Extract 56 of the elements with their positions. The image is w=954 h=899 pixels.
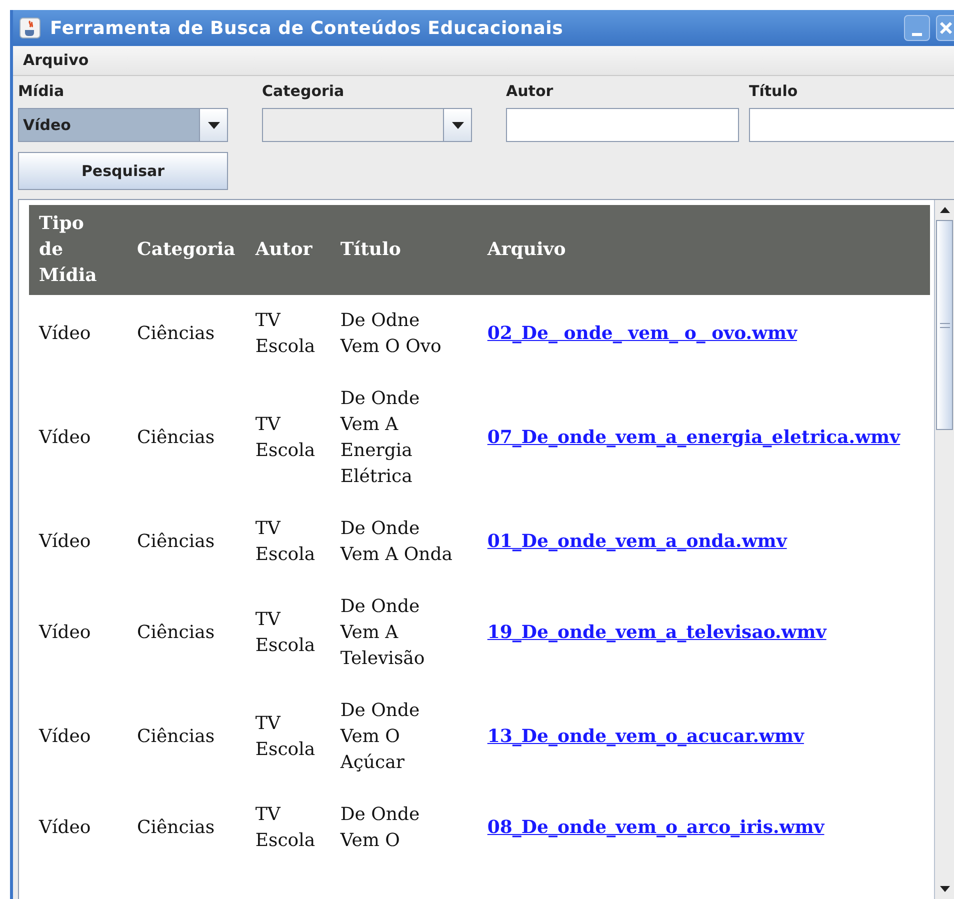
scrollbar[interactable] bbox=[934, 200, 954, 899]
table-cell-text: De Onde Vem A Televisão bbox=[340, 595, 426, 671]
file-link[interactable]: 19_De_onde_vem_a_televisao.wmv bbox=[487, 622, 826, 643]
file-link[interactable]: 02_De_ onde_ vem_ o_ ovo.wmv bbox=[487, 323, 798, 344]
table-cell: Vídeo bbox=[39, 817, 91, 838]
column-header: Autor bbox=[255, 239, 312, 260]
table-cell-text: TV Escola bbox=[255, 413, 316, 463]
search-button[interactable]: Pesquisar bbox=[18, 152, 228, 190]
column-header: Tipo de Mídia bbox=[39, 212, 98, 288]
table-cell: Vídeo bbox=[39, 323, 91, 344]
caret-icon bbox=[452, 122, 464, 128]
field-label: Mídia bbox=[18, 81, 66, 102]
minimize-button[interactable] bbox=[904, 15, 930, 41]
table-cell-text: De Onde Vem A Onda bbox=[340, 517, 454, 567]
file-link[interactable]: 08_De_onde_vem_o_arco_iris.wmv bbox=[487, 817, 824, 838]
table-cell: Vídeo bbox=[39, 622, 91, 643]
field-label: Autor bbox=[506, 81, 554, 102]
field-label: Categoria bbox=[262, 81, 346, 102]
table-cell: Ciências bbox=[137, 427, 215, 448]
scroll-up-icon[interactable] bbox=[940, 207, 950, 213]
input-field[interactable] bbox=[506, 108, 739, 142]
table-cell: Vídeo bbox=[39, 726, 91, 747]
table-cell: Ciências bbox=[137, 817, 215, 838]
table-cell: Vídeo bbox=[39, 427, 91, 448]
table-cell: Ciências bbox=[137, 531, 215, 552]
column-header: Título bbox=[340, 239, 401, 260]
field-label: Título bbox=[749, 81, 799, 102]
table-cell: Ciências bbox=[137, 622, 215, 643]
close-icon bbox=[938, 21, 952, 35]
table-cell-text: De Onde Vem O Açúcar bbox=[340, 699, 421, 775]
input-field[interactable] bbox=[749, 108, 954, 142]
table-cell-text: TV Escola bbox=[255, 803, 316, 853]
file-link[interactable]: 13_De_onde_vem_o_acucar.wmv bbox=[487, 726, 804, 747]
table-cell-text: TV Escola bbox=[255, 712, 316, 762]
dropdown-value: Vídeo bbox=[23, 116, 71, 134]
table-cell-text: TV Escola bbox=[255, 608, 316, 658]
table-cell-text: De Onde Vem A Energia Elétrica bbox=[340, 387, 421, 489]
table-cell: Ciências bbox=[137, 726, 215, 747]
table-cell: Vídeo bbox=[39, 531, 91, 552]
table-cell: Ciências bbox=[137, 323, 215, 344]
column-header: Arquivo bbox=[487, 239, 566, 260]
caret-icon bbox=[208, 122, 220, 128]
file-link[interactable]: 07_De_onde_vem_a_energia_eletrica.wmv bbox=[487, 427, 900, 448]
table-cell-text: TV Escola bbox=[255, 517, 316, 567]
dropdown[interactable] bbox=[262, 108, 472, 142]
column-header: Categoria bbox=[137, 239, 236, 260]
close-button[interactable] bbox=[936, 15, 954, 41]
table-cell-text: De Onde Vem O bbox=[340, 803, 421, 853]
file-link[interactable]: 01_De_onde_vem_a_onda.wmv bbox=[487, 531, 787, 552]
table-cell-text: De Odne Vem O Ovo bbox=[340, 309, 442, 359]
menu-item[interactable]: Arquivo bbox=[13, 49, 99, 72]
dropdown[interactable]: Vídeo bbox=[18, 108, 228, 142]
java-cup-icon bbox=[19, 17, 41, 39]
table-cell-text: TV Escola bbox=[255, 309, 316, 359]
scroll-down-icon[interactable] bbox=[940, 886, 950, 892]
window-title: Ferramenta de Busca de Conteúdos Educacionais bbox=[50, 16, 564, 40]
